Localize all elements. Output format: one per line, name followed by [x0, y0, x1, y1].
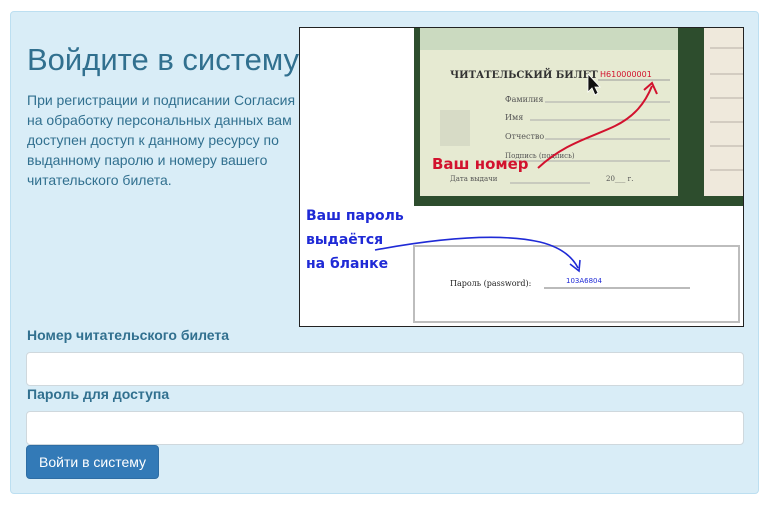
- card-right-page: [704, 28, 743, 196]
- page-title: Войдите в систему: [27, 42, 299, 77]
- field-surname: Фамилия: [505, 95, 543, 104]
- your-number-caption: Ваш номер: [432, 155, 529, 173]
- password-form-value: 103A6804: [566, 277, 603, 285]
- login-panel: Войдите в систему При регистрации и подп…: [10, 11, 759, 494]
- card-heading: ЧИТАТЕЛЬСКИЙ БИЛЕТ: [450, 68, 598, 81]
- field-issue-date: Дата выдачи: [450, 175, 498, 183]
- card-top-strip: [420, 28, 678, 50]
- card-number-label: Номер читательского билета: [27, 327, 230, 343]
- year-stub: 20___ г.: [606, 175, 634, 183]
- password-caption-line3: на бланке: [306, 256, 388, 272]
- reader-card-illustration: ЧИТАТЕЛЬСКИЙ БИЛЕТ Н610000001 Фамилия Им…: [299, 27, 744, 327]
- field-patronymic: Отчество: [505, 132, 544, 141]
- field-name: Имя: [505, 113, 523, 122]
- reader-card-image: ЧИТАТЕЛЬСКИЙ БИЛЕТ Н610000001 Фамилия Им…: [306, 28, 743, 323]
- password-input[interactable]: [26, 411, 744, 445]
- photo-box: [440, 110, 470, 146]
- card-number-input[interactable]: [26, 352, 744, 386]
- login-button[interactable]: Войти в систему: [26, 445, 160, 479]
- password-form-label: Пароль (password):: [450, 279, 531, 288]
- password-caption-line2: выдаётся: [306, 232, 383, 248]
- card-number: Н610000001: [600, 70, 652, 79]
- password-caption-line1: Ваш пароль: [306, 208, 404, 224]
- password-label: Пароль для доступа: [27, 386, 170, 402]
- login-description: При регистрации и подписании Согласия на…: [27, 92, 296, 188]
